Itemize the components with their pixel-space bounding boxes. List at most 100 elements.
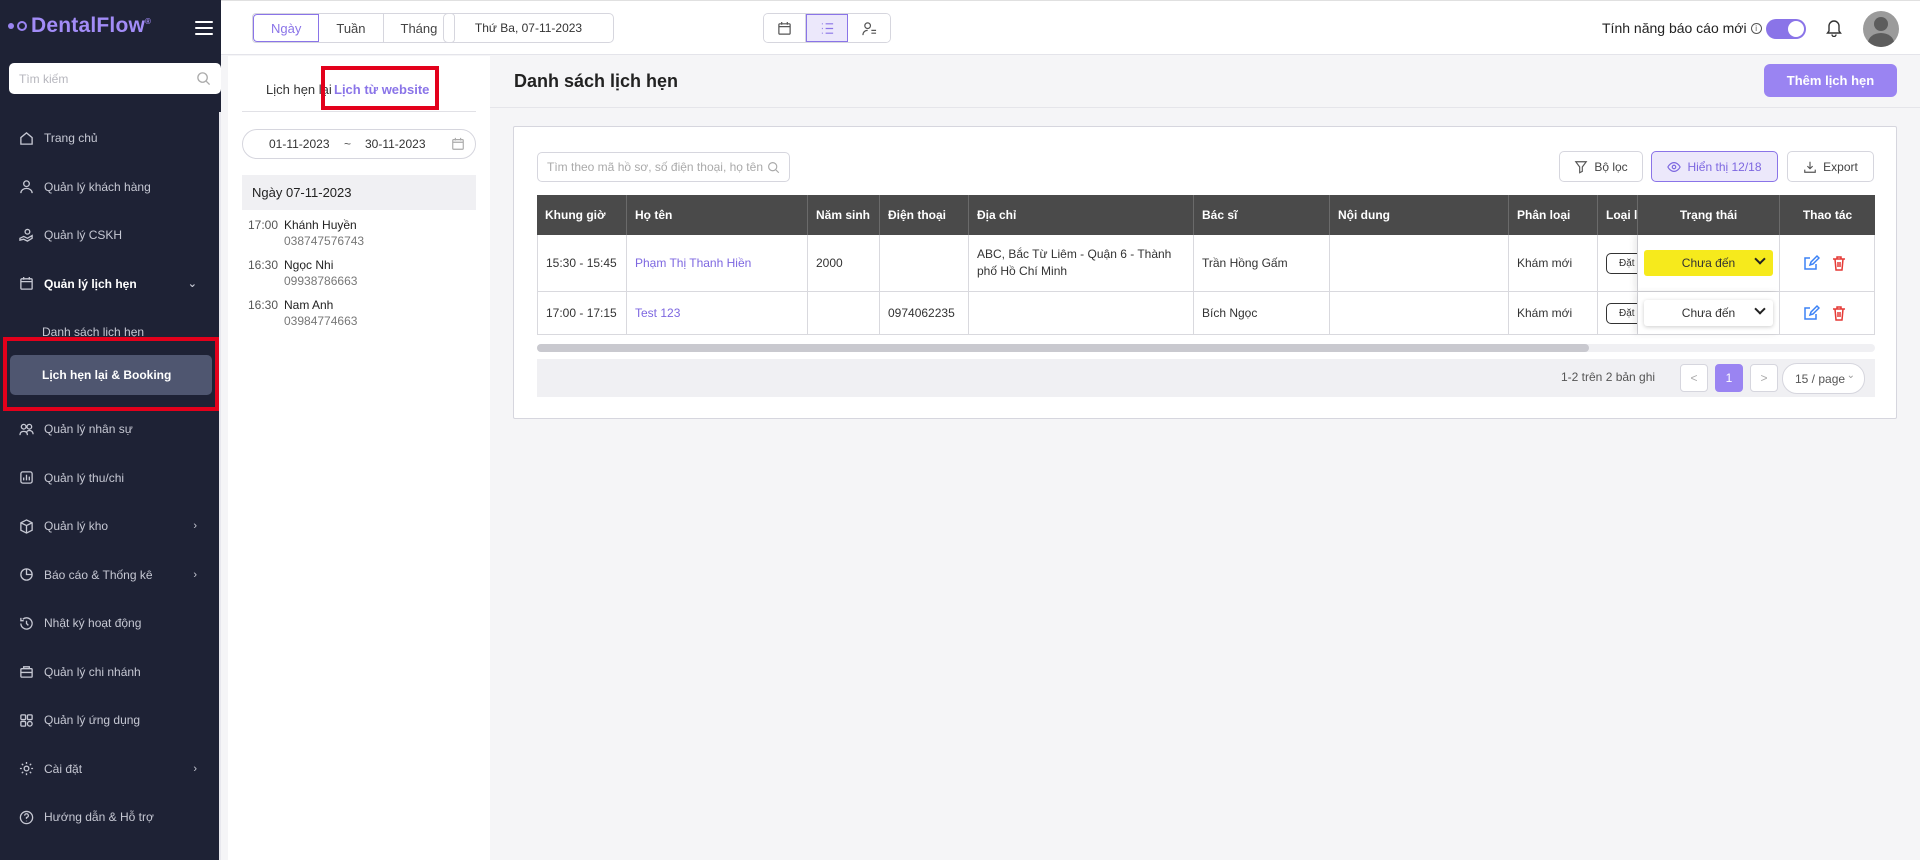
table-row[interactable]: 17:00 - 17:15 Test 123 0974062235 Bích N… bbox=[537, 292, 1875, 335]
sidebar-item-appointments[interactable]: Quản lý lịch hẹn ⌄ bbox=[0, 260, 219, 309]
appointment-time: 16:30 bbox=[248, 298, 279, 312]
status-select[interactable]: Chưa đến bbox=[1644, 250, 1773, 276]
sidebar-item-cskh[interactable]: Quản lý CSKH bbox=[0, 211, 219, 260]
eye-icon bbox=[1667, 161, 1682, 172]
sidebar-item-apps[interactable]: Quản lý ứng dụng bbox=[0, 696, 219, 745]
sidebar-item-label: Quản lý ứng dụng bbox=[44, 713, 141, 728]
staff-view-button[interactable] bbox=[848, 14, 890, 42]
search-icon[interactable] bbox=[767, 161, 780, 174]
logo-text: DentalFlow bbox=[31, 14, 146, 37]
new-report-feature-label: Tính năng báo cáo mới i bbox=[1602, 20, 1762, 36]
column-visibility-button[interactable]: Hiển thị 12/18 bbox=[1651, 151, 1778, 182]
apps-icon bbox=[18, 712, 34, 728]
sidebar-item-label: Quản lý nhân sự bbox=[44, 422, 133, 437]
page-size-select[interactable]: 15 / page ⌄ bbox=[1782, 363, 1865, 394]
date-picker[interactable]: Thứ Ba, 07-11-2023 bbox=[443, 13, 614, 43]
col-name[interactable]: Họ tên bbox=[627, 195, 808, 235]
sidebar-item-label: Quản lý chi nhánh bbox=[44, 664, 141, 679]
col-birth-year[interactable]: Năm sinh bbox=[808, 195, 880, 235]
home-icon bbox=[18, 130, 34, 146]
col-address[interactable]: Địa chỉ bbox=[969, 195, 1194, 235]
sidebar-item-settings[interactable]: Cài đặt › bbox=[0, 745, 219, 794]
download-icon bbox=[1804, 161, 1816, 173]
cell-content bbox=[1330, 292, 1509, 334]
col-time[interactable]: Khung giờ bbox=[537, 195, 627, 235]
sidebar-item-label: Quản lý lịch hẹn bbox=[44, 276, 137, 291]
view-week-button[interactable]: Tuần bbox=[319, 14, 384, 42]
table-search-input[interactable] bbox=[547, 160, 767, 174]
sidebar-item-warehouse[interactable]: Quản lý kho › bbox=[0, 502, 219, 551]
range-separator: ~ bbox=[344, 137, 352, 151]
filter-button[interactable]: Bộ lọc bbox=[1559, 151, 1643, 182]
col-category[interactable]: Phân loại bbox=[1509, 195, 1598, 235]
search-icon[interactable] bbox=[196, 71, 211, 86]
prev-page-button[interactable]: < bbox=[1680, 364, 1708, 392]
trash-icon[interactable] bbox=[1830, 254, 1848, 272]
cell-name-link[interactable]: Phạm Thị Thanh Hiền bbox=[627, 235, 808, 291]
info-icon[interactable]: i bbox=[1750, 22, 1762, 34]
col-status[interactable]: Trạng thái bbox=[1638, 195, 1780, 235]
col-type[interactable]: Loại l bbox=[1598, 195, 1638, 235]
next-page-button[interactable]: > bbox=[1750, 364, 1778, 392]
table-horizontal-scrollbar[interactable] bbox=[537, 344, 1875, 352]
sidebar-item-label: Quản lý thu/chi bbox=[44, 470, 125, 485]
range-end: 30-11-2023 bbox=[365, 137, 426, 151]
col-phone[interactable]: Điện thoại bbox=[880, 195, 969, 235]
avatar[interactable] bbox=[1863, 11, 1899, 47]
edit-icon[interactable] bbox=[1802, 254, 1820, 272]
col-doctor[interactable]: Bác sĩ bbox=[1194, 195, 1330, 235]
list-view-button[interactable] bbox=[806, 14, 848, 42]
sidebar-scrollbar[interactable] bbox=[219, 112, 221, 860]
edit-icon[interactable] bbox=[1802, 304, 1820, 322]
logo[interactable]: DentalFlow® bbox=[8, 14, 151, 38]
sidebar-item-label: Trang chủ bbox=[44, 131, 98, 146]
status-select[interactable]: Chưa đến bbox=[1644, 300, 1773, 326]
new-report-toggle[interactable] bbox=[1766, 19, 1806, 39]
sidebar-item-home[interactable]: Trang chủ bbox=[0, 114, 219, 163]
day-heading: Ngày 07-11-2023 bbox=[242, 175, 476, 210]
calendar-view-button[interactable] bbox=[764, 14, 806, 42]
chevron-right-icon: › bbox=[193, 762, 197, 775]
sidebar-item-help[interactable]: Hướng dẫn & Hỗ trợ bbox=[0, 793, 219, 842]
calendar-icon bbox=[18, 276, 34, 292]
cell-name-link[interactable]: Test 123 bbox=[627, 292, 808, 334]
chevron-right-icon: › bbox=[193, 520, 197, 533]
sidebar-item-label: Quản lý kho bbox=[44, 519, 109, 534]
view-day-button[interactable]: Ngày bbox=[253, 14, 320, 42]
sidebar-item-staff[interactable]: Quản lý nhân sự bbox=[0, 405, 219, 454]
cell-address bbox=[969, 292, 1194, 334]
bell-icon[interactable] bbox=[1824, 17, 1844, 39]
table-row[interactable]: 15:30 - 15:45 Phạm Thị Thanh Hiền 2000 A… bbox=[537, 235, 1875, 292]
finance-icon bbox=[18, 470, 34, 486]
list-icon bbox=[821, 22, 833, 34]
table-search bbox=[537, 152, 790, 182]
sidebar-item-label: Cài đặt bbox=[44, 761, 83, 776]
scrollbar-thumb[interactable] bbox=[537, 344, 1589, 352]
date-range-picker[interactable]: 01-11-2023 ~ 30-11-2023 bbox=[242, 129, 476, 159]
col-actions[interactable]: Thao tác bbox=[1780, 195, 1875, 235]
filter-label: Bộ lọc bbox=[1594, 159, 1628, 174]
menu-toggle-icon[interactable] bbox=[195, 21, 213, 35]
cell-phone bbox=[880, 235, 969, 291]
layout-switch bbox=[763, 13, 891, 43]
cell-phone: 0974062235 bbox=[880, 292, 969, 334]
sidebar-item-customers[interactable]: Quản lý khách hàng bbox=[0, 163, 219, 212]
page-size-value: 15 / page bbox=[1795, 371, 1846, 386]
highlight-box-tab bbox=[321, 66, 439, 110]
cell-category: Khám mới bbox=[1509, 292, 1598, 334]
add-appointment-button[interactable]: Thêm lịch hẹn bbox=[1764, 64, 1897, 97]
sidebar-item-finance[interactable]: Quản lý thu/chi bbox=[0, 454, 219, 503]
col-content[interactable]: Nội dung bbox=[1330, 195, 1509, 235]
trash-icon[interactable] bbox=[1830, 304, 1848, 322]
cell-actions bbox=[1780, 235, 1875, 291]
type-badge: Đặt bbox=[1606, 252, 1637, 274]
sidebar-item-activity-log[interactable]: Nhật ký hoạt động bbox=[0, 599, 219, 648]
sidebar-item-branches[interactable]: Quản lý chi nhánh bbox=[0, 648, 219, 697]
appointment-name: Khánh Huyền bbox=[284, 218, 357, 232]
calendar-icon bbox=[451, 137, 465, 154]
sidebar-item-reports[interactable]: Báo cáo & Thống kê › bbox=[0, 551, 219, 600]
sidebar-search-input[interactable] bbox=[19, 71, 196, 86]
export-button[interactable]: Export bbox=[1787, 151, 1874, 182]
page-1-button[interactable]: 1 bbox=[1715, 364, 1743, 392]
cell-status: Chưa đến bbox=[1638, 292, 1780, 334]
